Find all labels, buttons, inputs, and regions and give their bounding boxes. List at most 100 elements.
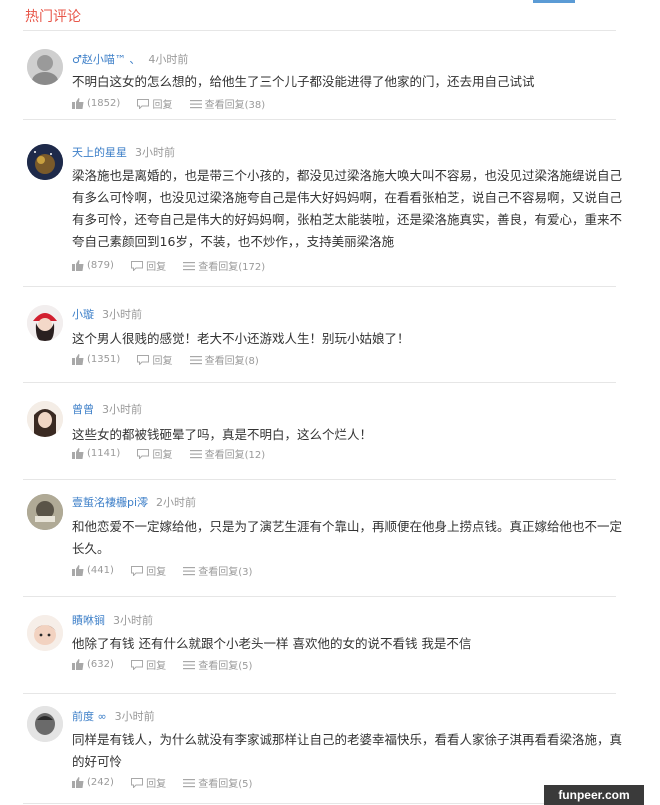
user-avatar[interactable] bbox=[27, 494, 63, 530]
like-count: (1141) bbox=[87, 447, 121, 459]
view-replies-label: 查看回复(38) bbox=[204, 100, 266, 111]
reply-button[interactable]: 回复 bbox=[137, 96, 172, 111]
thumbs-up-icon bbox=[72, 97, 84, 109]
view-replies-label: 查看回复(12) bbox=[204, 450, 266, 461]
comment-time: 3小时前 bbox=[102, 403, 142, 416]
list-icon bbox=[183, 660, 196, 669]
comment-time: 3小时前 bbox=[113, 614, 153, 627]
user-avatar[interactable] bbox=[27, 49, 63, 85]
list-icon bbox=[189, 355, 202, 364]
view-replies-button[interactable]: 查看回复(5) bbox=[183, 775, 252, 790]
list-icon bbox=[183, 778, 196, 787]
reply-button[interactable]: 回复 bbox=[131, 775, 166, 790]
view-replies-label: 查看回复(5) bbox=[198, 661, 253, 672]
like-count: (1852) bbox=[87, 97, 121, 109]
reply-label: 回复 bbox=[152, 450, 173, 461]
reply-icon bbox=[131, 777, 144, 788]
list-icon bbox=[183, 566, 196, 575]
reply-icon bbox=[131, 260, 144, 271]
comment-username[interactable]: 壹蜇洺褄棴pi澪 bbox=[72, 496, 148, 509]
view-replies-button[interactable]: 查看回复(12) bbox=[189, 446, 266, 461]
comment-item: ♂赵小喵™ 、 4小时前 不明白这女的怎么想的，给他生了三个儿子都没能进得了他家的… bbox=[23, 33, 616, 120]
like-count: (242) bbox=[87, 776, 114, 788]
comment-time: 3小时前 bbox=[135, 146, 175, 159]
comment-username[interactable]: 天上的星星 bbox=[72, 146, 127, 159]
user-avatar[interactable] bbox=[27, 401, 63, 437]
like-button[interactable]: (441) bbox=[72, 564, 114, 576]
hot-comments-title: 热门评论 bbox=[25, 9, 81, 25]
reply-button[interactable]: 回复 bbox=[131, 657, 166, 672]
comment-time: 3小时前 bbox=[102, 308, 142, 321]
comment-text: 和他恋爱不一定嫁给他，只是为了演艺生涯有个靠山，再顺便在他身上捞点钱。真正嫁给他… bbox=[72, 519, 623, 556]
reply-icon bbox=[131, 565, 144, 576]
comment-username[interactable]: 小璇 bbox=[72, 308, 94, 321]
like-count: (879) bbox=[87, 259, 114, 271]
view-replies-label: 查看回复(3) bbox=[198, 567, 253, 578]
comment-item: 前度 ∞ 3小时前 同样是有钱人，为什么就没有李家诚那样让自己的老婆幸福快乐，看看… bbox=[23, 694, 622, 804]
reply-label: 回复 bbox=[146, 779, 167, 790]
reply-icon bbox=[137, 448, 150, 459]
reply-icon bbox=[137, 354, 150, 365]
comment-time: 2小时前 bbox=[156, 496, 197, 509]
view-replies-button[interactable]: 查看回复(8) bbox=[189, 352, 259, 367]
view-replies-button[interactable]: 查看回复(172) bbox=[183, 258, 265, 273]
thumbs-up-icon bbox=[72, 353, 84, 365]
reply-label: 回复 bbox=[152, 100, 173, 111]
comment-text: 这个男人很贱的感觉！老大不小还游戏人生！别玩小姑娘了！ bbox=[72, 331, 410, 346]
view-replies-label: 查看回复(5) bbox=[198, 779, 253, 790]
user-avatar[interactable] bbox=[27, 144, 63, 180]
user-avatar[interactable] bbox=[27, 706, 63, 742]
comment-text: 同样是有钱人，为什么就没有李家诚那样让自己的老婆幸福快乐，看看人家徐子淇再看看梁… bbox=[72, 732, 623, 769]
like-button[interactable]: (1351) bbox=[72, 353, 121, 365]
list-icon bbox=[183, 261, 196, 270]
like-button[interactable]: (242) bbox=[72, 776, 114, 788]
user-avatar[interactable] bbox=[27, 305, 63, 341]
comments-header: 热门评论 bbox=[0, 0, 660, 34]
view-replies-button[interactable]: 查看回复(38) bbox=[189, 96, 266, 111]
comment-item: 瞔咻锏 3小时前 他除了有钱 还有什么就跟个小老头一样 喜欢他的女的说不看钱 我是… bbox=[23, 597, 616, 694]
view-replies-button[interactable]: 查看回复(3) bbox=[183, 563, 252, 578]
reply-button[interactable]: 回复 bbox=[137, 446, 172, 461]
reply-label: 回复 bbox=[146, 262, 167, 273]
comment-username[interactable]: 前度 ∞ bbox=[72, 710, 107, 723]
like-button[interactable]: (879) bbox=[72, 259, 114, 271]
comment-time: 4小时前 bbox=[148, 53, 189, 66]
comment-item: 小璇 3小时前 这个男人很贱的感觉！老大不小还游戏人生！别玩小姑娘了！ (1351… bbox=[23, 287, 616, 383]
user-avatar[interactable] bbox=[27, 615, 63, 651]
header-divider bbox=[23, 30, 616, 31]
comment-item: 天上的星星 3小时前 梁洛施也是离婚的，也是带三个小孩的，都没见过梁洛施大唤大叫不… bbox=[23, 120, 622, 287]
like-button[interactable]: (1852) bbox=[72, 97, 121, 109]
reply-label: 回复 bbox=[146, 661, 167, 672]
comment-item: 曾曾 3小时前 这些女的都被钱砸晕了吗，真是不明白，这么个烂人！ (1141) 回… bbox=[23, 383, 616, 480]
reply-label: 回复 bbox=[152, 356, 173, 367]
reply-button[interactable]: 回复 bbox=[131, 258, 166, 273]
reply-label: 回复 bbox=[146, 567, 167, 578]
reply-button[interactable]: 回复 bbox=[131, 563, 166, 578]
thumbs-up-icon bbox=[72, 776, 84, 788]
list-icon bbox=[189, 99, 202, 108]
like-button[interactable]: (1141) bbox=[72, 447, 121, 459]
comment-username[interactable]: 曾曾 bbox=[72, 403, 94, 416]
view-replies-button[interactable]: 查看回复(5) bbox=[183, 657, 252, 672]
thumbs-up-icon bbox=[72, 259, 84, 271]
comment-item: 壹蜇洺褄棴pi澪 2小时前 和他恋爱不一定嫁给他，只是为了演艺生涯有个靠山，再顺便… bbox=[23, 480, 622, 597]
active-tab-indicator[interactable] bbox=[533, 0, 575, 3]
like-count: (441) bbox=[87, 564, 114, 576]
comment-text: 他除了有钱 还有什么就跟个小老头一样 喜欢他的女的说不看钱 我是不信 bbox=[72, 636, 472, 651]
view-replies-label: 查看回复(172) bbox=[198, 262, 266, 273]
reply-icon bbox=[137, 98, 150, 109]
comment-text: 梁洛施也是离婚的，也是带三个小孩的，都没见过梁洛施大唤大叫不容易，也没见过梁洛施… bbox=[72, 168, 623, 249]
comment-text: 这些女的都被钱砸晕了吗，真是不明白，这么个烂人！ bbox=[72, 427, 373, 442]
list-icon bbox=[189, 449, 202, 458]
thumbs-up-icon bbox=[72, 447, 84, 459]
comment-time: 3小时前 bbox=[114, 710, 155, 723]
reply-icon bbox=[131, 659, 144, 670]
comment-username[interactable]: ♂赵小喵™ 、 bbox=[72, 53, 140, 66]
comment-username[interactable]: 瞔咻锏 bbox=[72, 614, 105, 627]
like-count: (632) bbox=[87, 658, 114, 670]
like-count: (1351) bbox=[87, 353, 121, 365]
watermark: funpeer.com bbox=[544, 785, 644, 805]
reply-button[interactable]: 回复 bbox=[137, 352, 172, 367]
thumbs-up-icon bbox=[72, 658, 84, 670]
like-button[interactable]: (632) bbox=[72, 658, 114, 670]
